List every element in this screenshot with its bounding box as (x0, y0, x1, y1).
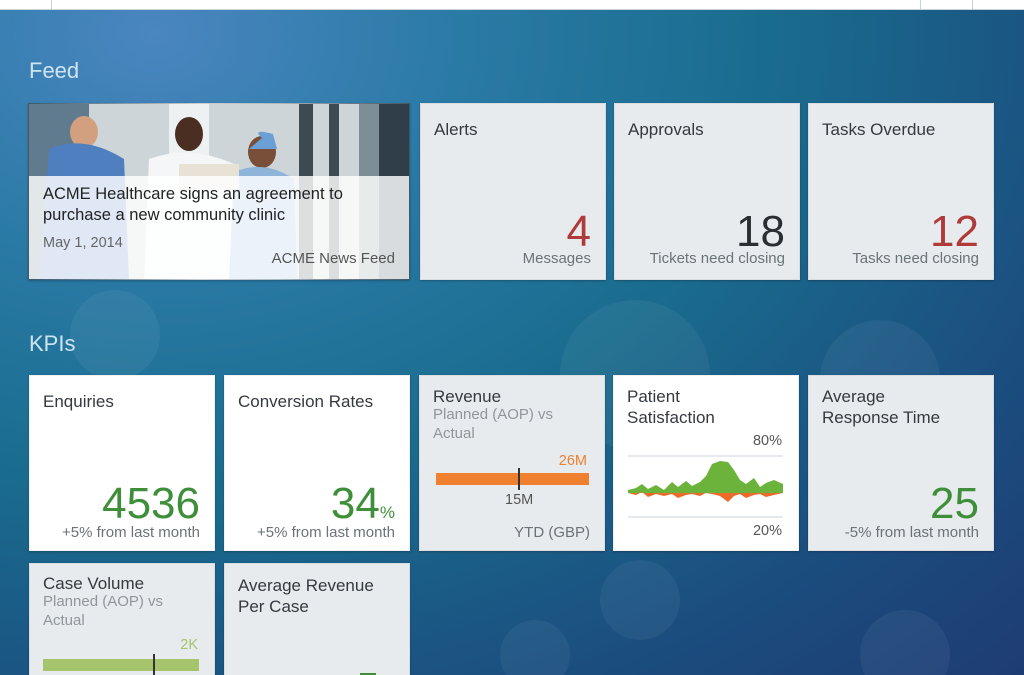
bokeh-light (70, 290, 160, 380)
top-bar-divider (972, 0, 973, 10)
average-response-time-footer: -5% from last month (844, 524, 979, 541)
average-response-time-tile[interactable]: Average Response Time 25 -5% from last m… (808, 375, 994, 551)
conversion-rates-footer: +5% from last month (257, 524, 395, 541)
conversion-rates-value: 34 (330, 479, 380, 528)
revenue-actual-label: 15M (505, 492, 534, 508)
enquiries-value: 4536 (102, 479, 200, 528)
patient-satisfaction-title: Patient Satisfaction (627, 387, 715, 427)
case-volume-target-label: 2K (180, 637, 198, 653)
alerts-title: Alerts (434, 120, 478, 139)
approvals-tile[interactable]: Approvals 18 Tickets need closing (614, 103, 800, 280)
satisfaction-top-label: 80% (752, 433, 782, 449)
top-bar (0, 0, 1024, 10)
tasks-overdue-title: Tasks Overdue (822, 120, 936, 139)
conversion-rates-tile[interactable]: Conversion Rates 34% +5% from last month (224, 375, 410, 551)
news-date: May 1, 2014 (43, 235, 123, 251)
tasks-overdue-count: 12 (930, 207, 979, 256)
revenue-target-label: 26M (558, 453, 587, 469)
average-revenue-per-case-tile[interactable]: Average Revenue Per Case (224, 563, 410, 675)
tasks-overdue-footer: Tasks need closing (852, 250, 979, 267)
conversion-rates-title: Conversion Rates (238, 392, 374, 411)
revenue-bar (436, 473, 589, 485)
case-volume-actual-marker (153, 654, 155, 675)
alerts-count: 4 (566, 207, 591, 256)
case-volume-bar (43, 659, 199, 671)
section-title-kpis: KPIs (29, 331, 76, 356)
patient-satisfaction-tile[interactable]: Patient Satisfaction 80% 20% (613, 375, 799, 551)
bokeh-light (500, 620, 570, 675)
revenue-subtitle: Planned (AOP) vs Actual (433, 406, 554, 442)
enquiries-tile[interactable]: Enquiries 4536 +5% from last month (29, 375, 215, 551)
tasks-overdue-tile[interactable]: Tasks Overdue 12 Tasks need closing (808, 103, 994, 280)
average-response-time-title: Average Response Time (822, 387, 941, 427)
case-volume-tile[interactable]: Case Volume Planned (AOP) vs Actual 2K (29, 563, 215, 675)
bokeh-light (860, 610, 950, 675)
average-revenue-per-case-title: Average Revenue Per Case (238, 576, 374, 616)
news-headline: ACME Healthcare signs an agreement to pu… (43, 185, 343, 224)
revenue-actual-marker (518, 468, 520, 490)
conversion-rates-unit: % (379, 503, 395, 522)
bokeh-light (600, 560, 680, 640)
top-bar-divider (920, 0, 921, 10)
alerts-tile[interactable]: Alerts 4 Messages (420, 103, 606, 280)
average-response-time-value: 25 (930, 479, 979, 528)
conversion-rates-value-group: 34% (331, 482, 395, 526)
satisfaction-sparkline (628, 455, 783, 518)
revenue-footer: YTD (GBP) (514, 524, 590, 541)
section-title-feed: Feed (29, 58, 80, 83)
satisfaction-bottom-label: 20% (752, 523, 782, 539)
enquiries-title: Enquiries (43, 392, 114, 411)
approvals-title: Approvals (628, 120, 704, 139)
enquiries-footer: +5% from last month (62, 524, 200, 541)
revenue-title: Revenue (433, 387, 502, 406)
approvals-footer: Tickets need closing (649, 250, 785, 267)
revenue-tile[interactable]: Revenue Planned (AOP) vs Actual 26M 15M … (419, 375, 605, 551)
news-feed-tile[interactable]: ACME Healthcare signs an agreement to pu… (28, 103, 410, 280)
top-bar-divider (51, 0, 52, 10)
news-source: ACME News Feed (271, 250, 395, 267)
case-volume-subtitle: Planned (AOP) vs Actual (43, 593, 164, 629)
approvals-count: 18 (736, 207, 785, 256)
alerts-footer: Messages (522, 250, 591, 267)
case-volume-title: Case Volume (43, 574, 145, 593)
